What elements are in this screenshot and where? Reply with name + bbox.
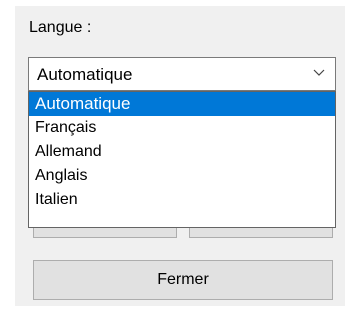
language-label: Langue :	[29, 19, 92, 36]
language-select-value: Automatique	[37, 65, 133, 84]
close-button[interactable]: Fermer	[33, 260, 333, 300]
option-francais[interactable]: Français	[29, 116, 335, 140]
language-dropdown-list: Automatique Français Allemand Anglais It…	[28, 91, 336, 228]
language-select[interactable]: Automatique	[28, 57, 336, 91]
option-automatique[interactable]: Automatique	[29, 92, 335, 116]
option-anglais[interactable]: Anglais	[29, 164, 335, 188]
option-allemand[interactable]: Allemand	[29, 140, 335, 164]
chevron-down-icon	[313, 69, 325, 76]
option-italien[interactable]: Italien	[29, 188, 335, 212]
